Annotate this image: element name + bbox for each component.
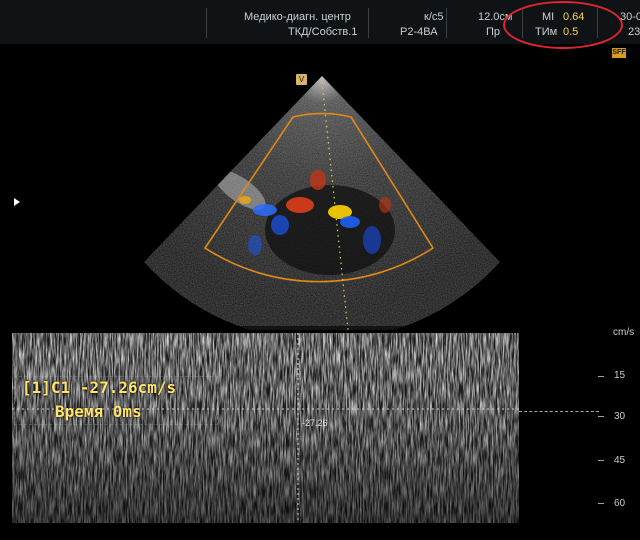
scale-tick [598, 460, 604, 461]
scale-label-30: 30 [614, 411, 626, 422]
cursor-velocity-readout: -27.26 [302, 418, 328, 428]
measurement-velocity: [1]C1 -27.26cm/s [22, 378, 177, 397]
spectral-doppler-svg [12, 333, 519, 523]
color-flow-red [379, 197, 391, 213]
color-flow-blue [253, 204, 277, 216]
color-flow-blue [363, 226, 381, 254]
scale-label-45: 45 [614, 455, 626, 466]
ultrasound-sector-image [144, 76, 500, 330]
velocity-unit-label: cm/s [613, 327, 635, 338]
scale-label-60: 60 [614, 498, 626, 509]
scale-tick [598, 376, 604, 377]
color-flow-blue [248, 235, 262, 255]
spectrum-fade [12, 333, 519, 523]
scale-tick [598, 503, 604, 504]
color-flow-red [286, 197, 314, 213]
color-flow-blue [340, 216, 360, 228]
spectral-doppler-display: -27.26 [12, 333, 519, 523]
color-flow-blue [271, 215, 289, 235]
color-flow-yellow [239, 196, 251, 204]
measurement-time: Время 0ms [55, 402, 142, 421]
scale-tick [598, 416, 604, 417]
color-flow-red [310, 170, 326, 190]
baseline-extension [519, 411, 599, 412]
scale-label-15: 15 [614, 370, 626, 381]
